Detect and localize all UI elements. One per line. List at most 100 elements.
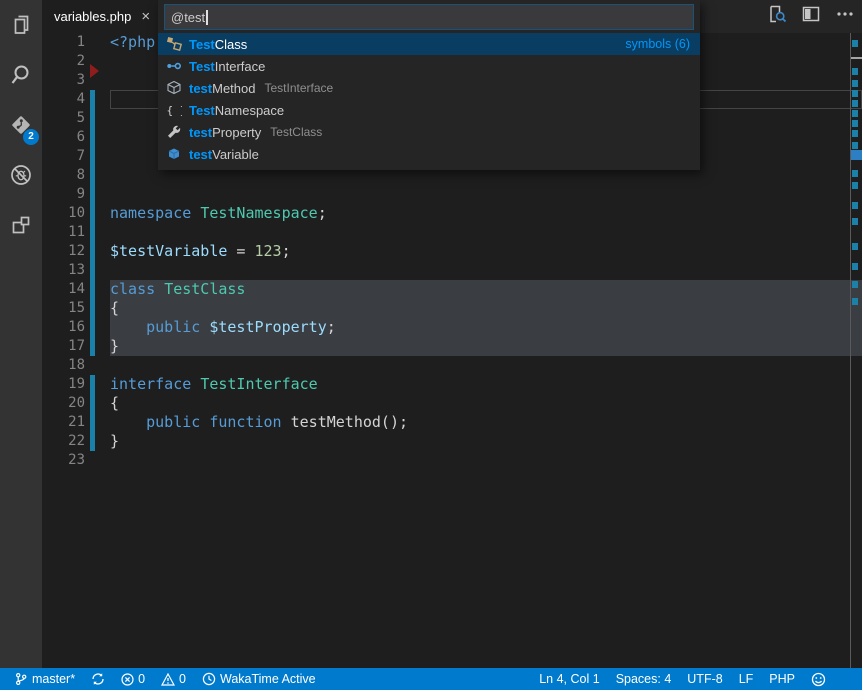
line-number[interactable]: 9 — [42, 185, 85, 204]
code-line-15[interactable]: 15 { — [42, 299, 862, 318]
activity-item-source-control[interactable]: 2 — [0, 100, 42, 150]
status-wakatime[interactable]: WakaTime Active — [196, 668, 322, 690]
activity-item-search[interactable] — [0, 50, 42, 100]
status-label: WakaTime Active — [220, 672, 316, 686]
code-text[interactable]: { — [110, 299, 862, 318]
git-gutter-marker — [90, 242, 95, 261]
code-text[interactable]: interface TestInterface — [110, 375, 862, 394]
activity-item-explorer[interactable] — [0, 0, 42, 50]
line-number[interactable]: 18 — [42, 356, 85, 375]
line-number[interactable]: 17 — [42, 337, 85, 356]
code-text[interactable]: namespace TestNamespace; — [110, 204, 862, 223]
code-line-12[interactable]: 12 $testVariable = 123; — [42, 242, 862, 261]
line-number[interactable]: 11 — [42, 223, 85, 242]
git-gutter-marker — [90, 223, 95, 242]
line-number[interactable]: 6 — [42, 128, 85, 147]
split-editor-button[interactable] — [800, 6, 822, 28]
code-line-18[interactable]: 18 — [42, 356, 862, 375]
status-sync[interactable] — [85, 668, 111, 690]
git-gutter-marker — [90, 128, 95, 147]
tab-variables-php[interactable]: variables.php × — [42, 0, 162, 33]
line-number[interactable]: 8 — [42, 166, 85, 185]
line-number[interactable]: 21 — [42, 413, 85, 432]
ruler-cursor-mark — [851, 57, 862, 59]
git-gutter-marker — [90, 204, 95, 223]
code-text[interactable] — [110, 451, 862, 470]
status-language-mode[interactable]: PHP — [763, 668, 801, 690]
line-number[interactable]: 12 — [42, 242, 85, 261]
line-number[interactable]: 7 — [42, 147, 85, 166]
code-text[interactable] — [110, 223, 862, 242]
code-line-11[interactable]: 11 — [42, 223, 862, 242]
ruler-modified-mark — [852, 298, 858, 305]
code-text[interactable]: } — [110, 432, 862, 451]
line-number[interactable]: 4 — [42, 90, 85, 109]
line-number[interactable]: 10 — [42, 204, 85, 223]
code-text[interactable]: { — [110, 394, 862, 413]
line-number[interactable]: 16 — [42, 318, 85, 337]
code-text[interactable]: public $testProperty; — [110, 318, 862, 337]
source-control-badge: 2 — [23, 129, 39, 145]
code-line-22[interactable]: 22} — [42, 432, 862, 451]
more-actions-button[interactable] — [834, 6, 856, 28]
code-text[interactable]: } — [110, 337, 862, 356]
quick-open-result-testVariable[interactable]: testVariable — [158, 143, 700, 165]
status-cursor-position[interactable]: Ln 4, Col 1 — [533, 668, 605, 690]
code-line-13[interactable]: 13 — [42, 261, 862, 280]
status-eol[interactable]: LF — [733, 668, 760, 690]
code-text[interactable] — [110, 356, 862, 375]
code-text[interactable] — [110, 261, 862, 280]
line-number[interactable]: 20 — [42, 394, 85, 413]
open-file-search-button[interactable] — [766, 6, 788, 28]
activity-item-debug[interactable] — [0, 150, 42, 200]
code-line-19[interactable]: 19 interface TestInterface — [42, 375, 862, 394]
line-number[interactable]: 15 — [42, 299, 85, 318]
branch-icon — [14, 672, 28, 686]
quick-open-result-TestInterface[interactable]: TestInterface — [158, 55, 700, 77]
ruler-modified-mark — [852, 182, 858, 189]
code-line-21[interactable]: 21 public function testMethod(); — [42, 413, 862, 432]
code-line-16[interactable]: 16 public $testProperty; — [42, 318, 862, 337]
status-errors[interactable]: 0 — [115, 668, 151, 690]
code-line-17[interactable]: 17} — [42, 337, 862, 356]
symbol-variable-icon — [166, 146, 182, 162]
line-number[interactable]: 22 — [42, 432, 85, 451]
code-line-20[interactable]: 20 { — [42, 394, 862, 413]
quick-open-result-TestNamespace[interactable]: { }TestNamespace — [158, 99, 700, 121]
activity-item-extensions[interactable] — [0, 200, 42, 250]
smiley-icon — [811, 672, 826, 687]
code-text[interactable]: class TestClass — [110, 280, 862, 299]
code-line-9[interactable]: 9 — [42, 185, 862, 204]
git-gutter-marker — [90, 432, 95, 451]
code-text[interactable] — [110, 185, 862, 204]
status-git-branch[interactable]: master* — [8, 668, 81, 690]
overview-ruler[interactable] — [850, 33, 862, 668]
quick-open-result-testProperty[interactable]: testPropertyTestClass — [158, 121, 700, 143]
git-gutter-marker — [90, 147, 95, 166]
line-number[interactable]: 14 — [42, 280, 85, 299]
status-encoding[interactable]: UTF-8 — [681, 668, 728, 690]
quick-open-result-testMethod[interactable]: testMethodTestInterface — [158, 77, 700, 99]
quick-open-result-TestClass[interactable]: TestClasssymbols (6) — [158, 33, 700, 55]
code-line-14[interactable]: 14 class TestClass — [42, 280, 862, 299]
line-number[interactable]: 2 — [42, 52, 85, 71]
code-line-10[interactable]: 10 namespace TestNamespace; — [42, 204, 862, 223]
line-number[interactable]: 5 — [42, 109, 85, 128]
code-text[interactable]: $testVariable = 123; — [110, 242, 862, 261]
status-feedback[interactable] — [805, 668, 832, 690]
status-bar-right: Ln 4, Col 1Spaces: 4UTF-8LFPHP — [533, 668, 862, 690]
ruler-highlight-mark — [851, 150, 862, 160]
quick-open-result-list: TestClasssymbols (6)TestInterfacetestMet… — [158, 33, 700, 170]
tab-close-icon[interactable]: × — [141, 9, 150, 24]
code-text[interactable]: public function testMethod(); — [110, 413, 862, 432]
status-warnings[interactable]: 0 — [155, 668, 192, 690]
quick-open-input[interactable]: @test — [164, 4, 694, 30]
line-number[interactable]: 13 — [42, 261, 85, 280]
code-line-23[interactable]: 23 — [42, 451, 862, 470]
status-indentation[interactable]: Spaces: 4 — [610, 668, 678, 690]
line-number[interactable]: 1 — [42, 33, 85, 52]
line-number[interactable]: 3 — [42, 71, 85, 90]
symbol-detail: TestInterface — [265, 81, 334, 95]
line-number[interactable]: 19 — [42, 375, 85, 394]
line-number[interactable]: 23 — [42, 451, 85, 470]
